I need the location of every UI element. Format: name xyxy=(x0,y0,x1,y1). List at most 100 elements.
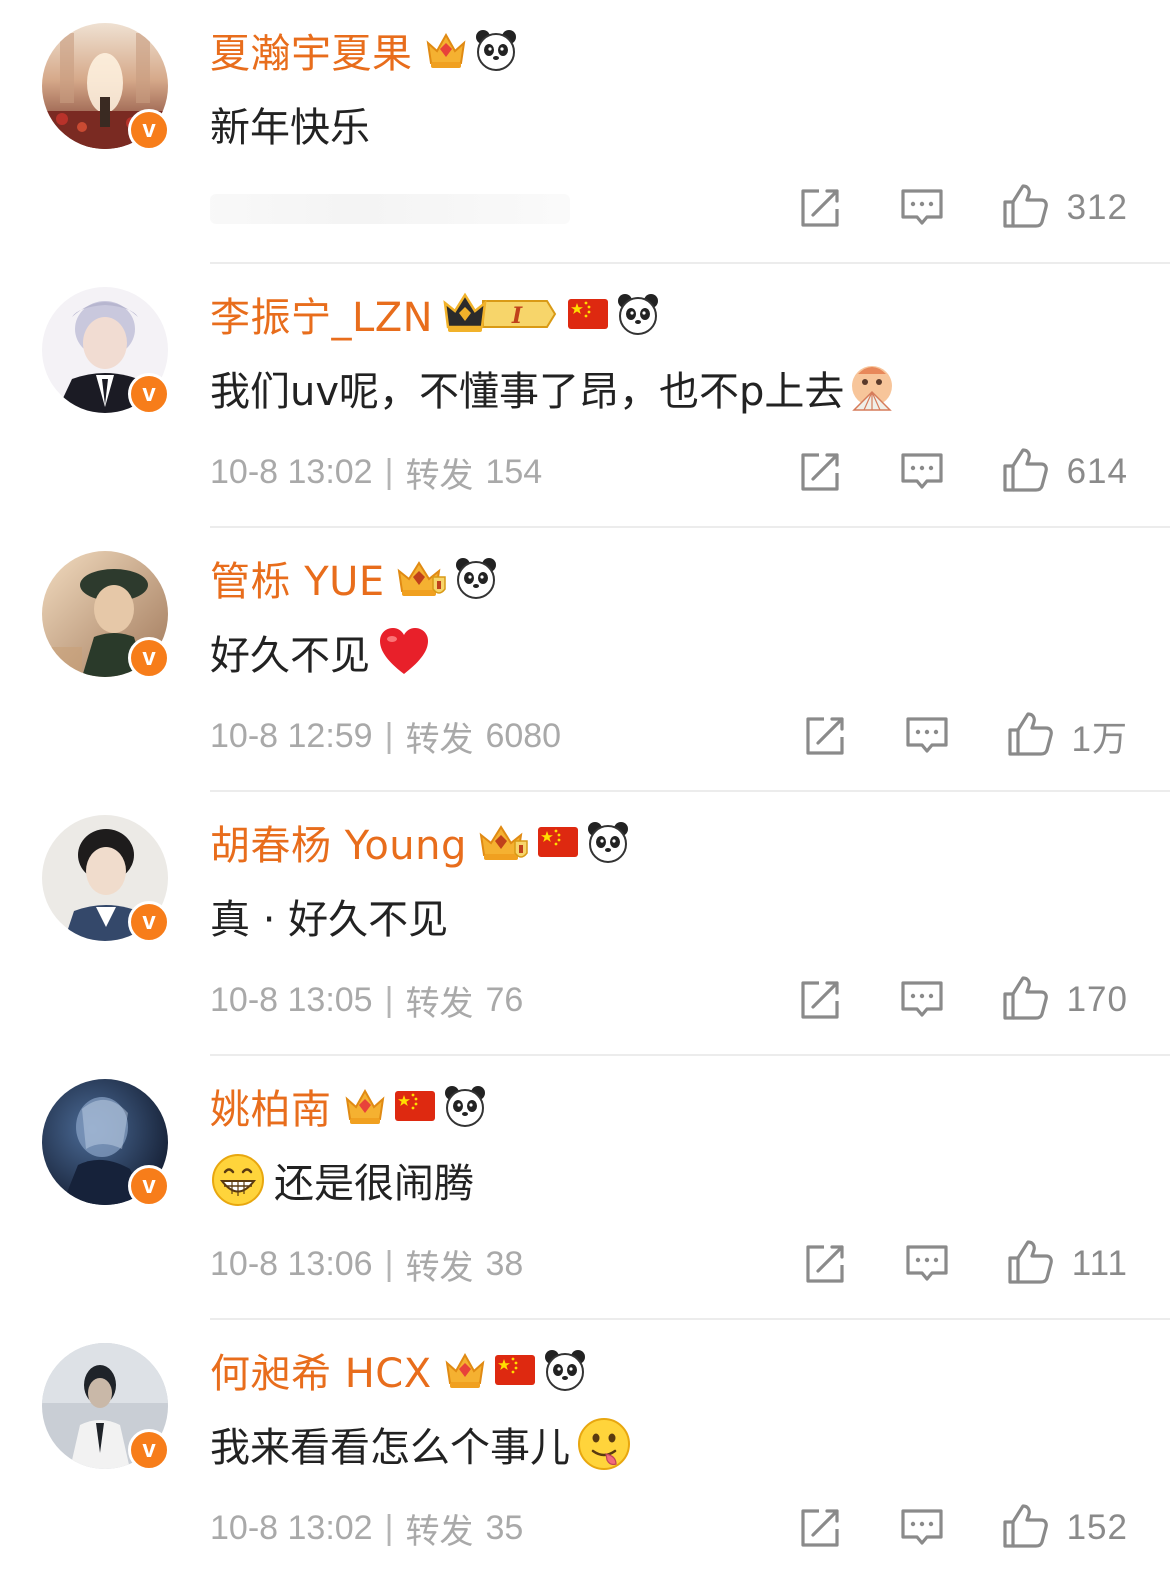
verified-badge: v xyxy=(128,1429,170,1471)
comment-item: v 管栎 YUE 好久不见 10-8 12:59 | 转发 6080 1万 xyxy=(0,528,1170,792)
grin-face-emoji-icon xyxy=(210,1152,266,1208)
thumbs-up-icon xyxy=(1006,1238,1054,1290)
comment-item: v 姚柏南 还是很闹腾 10-8 13:06 | 转发 38 111 xyxy=(0,1056,1170,1320)
like-button[interactable]: 152 xyxy=(1001,1502,1128,1554)
comment-icon[interactable] xyxy=(904,713,950,759)
like-count: 111 xyxy=(1071,1244,1128,1283)
repost-label[interactable]: 转发 xyxy=(405,976,473,1025)
verified-badge: v xyxy=(128,109,170,151)
comment-feed: v 夏瀚宇夏果 新年快乐 312 v 李振宁_LZN I 我们uv呢，不懂事了昂… xyxy=(0,0,1170,1569)
comment-icon[interactable] xyxy=(899,185,945,231)
like-count: 170 xyxy=(1066,980,1128,1019)
verified-badge: v xyxy=(128,1165,170,1207)
comment-icon[interactable] xyxy=(899,449,945,495)
panda-icon xyxy=(585,819,631,865)
china-flag-icon xyxy=(565,291,611,337)
comment-text: 我来看看怎么个事儿 xyxy=(210,1425,570,1471)
comment-date: 10-8 12:59 xyxy=(210,716,373,755)
username[interactable]: 胡春杨 Young xyxy=(210,813,467,871)
avatar[interactable]: v xyxy=(42,287,170,415)
panda-icon xyxy=(442,1083,488,1129)
like-button[interactable]: 312 xyxy=(1001,182,1128,234)
crown-shield-icon xyxy=(395,555,449,601)
avatar[interactable]: v xyxy=(42,551,170,679)
repost-label[interactable]: 转发 xyxy=(405,1240,473,1289)
avatar[interactable]: v xyxy=(42,1343,170,1471)
like-button[interactable]: 614 xyxy=(1001,446,1128,498)
repost-icon[interactable] xyxy=(797,977,843,1023)
meta-separator: | xyxy=(384,1508,394,1547)
avatar[interactable]: v xyxy=(42,815,170,943)
repost-icon[interactable] xyxy=(802,713,848,759)
repost-count: 35 xyxy=(485,1508,524,1547)
china-flag-icon xyxy=(535,819,581,865)
thumbs-up-icon xyxy=(1006,710,1054,762)
comment-item: v 李振宁_LZN I 我们uv呢，不懂事了昂，也不p上去 10-8 13:02… xyxy=(0,264,1170,528)
comment-icon[interactable] xyxy=(899,1505,945,1551)
username[interactable]: 何昶希 HCX xyxy=(210,1341,432,1399)
repost-icon[interactable] xyxy=(797,1505,843,1551)
comment-icon[interactable] xyxy=(899,977,945,1023)
repost-icon[interactable] xyxy=(797,449,843,495)
comment-text: 好久不见 xyxy=(210,633,370,679)
comment-date: 10-8 13:02 xyxy=(210,1508,373,1547)
comment-date: 10-8 13:05 xyxy=(210,980,373,1019)
like-count: 1万 xyxy=(1071,719,1128,759)
level-label: I xyxy=(511,303,523,329)
meta-separator: | xyxy=(384,980,394,1019)
like-count: 614 xyxy=(1066,452,1128,491)
repost-count: 38 xyxy=(485,1244,524,1283)
comment-item: v 何昶希 HCX 我来看看怎么个事儿 10-8 13:02 | 转发 35 1… xyxy=(0,1320,1170,1569)
thumbs-up-icon xyxy=(1001,1502,1049,1554)
repost-count: 6080 xyxy=(485,716,562,755)
thumbs-up-icon xyxy=(1001,974,1049,1026)
repost-count: 154 xyxy=(485,452,543,491)
panda-icon xyxy=(473,27,519,73)
comment-item: v 胡春杨 Young 真 · 好久不见 10-8 13:05 | 转发 76 … xyxy=(0,792,1170,1056)
username[interactable]: 夏瀚宇夏果 xyxy=(210,21,413,79)
crown-shield-icon xyxy=(477,819,531,865)
comment-item: v 夏瀚宇夏果 新年快乐 312 xyxy=(0,0,1170,264)
fan-face-emoji-icon xyxy=(844,360,900,416)
crown-level-icon: I xyxy=(443,291,559,337)
comment-text: 真 · 好久不见 xyxy=(210,897,449,943)
username[interactable]: 姚柏南 xyxy=(210,1077,332,1135)
crown-gem-icon xyxy=(423,27,469,73)
thumbs-up-icon xyxy=(1001,446,1049,498)
verified-badge: v xyxy=(128,901,170,943)
red-heart-emoji-icon xyxy=(376,624,432,680)
panda-icon xyxy=(453,555,499,601)
comment-text: 还是很闹腾 xyxy=(274,1161,474,1207)
tongue-face-emoji-icon xyxy=(576,1416,632,1472)
like-count: 152 xyxy=(1066,1508,1128,1547)
comment-icon[interactable] xyxy=(904,1241,950,1287)
verified-badge: v xyxy=(128,637,170,679)
comment-text: 我们uv呢，不懂事了昂，也不p上去 xyxy=(210,369,845,415)
comment-date: 10-8 13:06 xyxy=(210,1244,373,1283)
like-count: 312 xyxy=(1066,188,1128,227)
like-button[interactable]: 170 xyxy=(1001,974,1128,1026)
avatar[interactable]: v xyxy=(42,1079,170,1207)
meta-separator: | xyxy=(384,452,394,491)
username[interactable]: 李振宁_LZN xyxy=(210,285,433,343)
panda-icon xyxy=(542,1347,588,1393)
comment-text: 新年快乐 xyxy=(210,105,370,151)
comment-meta-placeholder xyxy=(210,194,570,224)
avatar[interactable]: v xyxy=(42,23,170,151)
verified-badge: v xyxy=(128,373,170,415)
crown-gem-icon xyxy=(442,1347,488,1393)
repost-label[interactable]: 转发 xyxy=(405,1504,473,1553)
thumbs-up-icon xyxy=(1001,182,1049,234)
china-flag-icon xyxy=(392,1083,438,1129)
meta-separator: | xyxy=(384,1244,394,1283)
repost-icon[interactable] xyxy=(797,185,843,231)
username[interactable]: 管栎 YUE xyxy=(210,549,385,607)
repost-icon[interactable] xyxy=(802,1241,848,1287)
crown-gem-icon xyxy=(342,1083,388,1129)
repost-label[interactable]: 转发 xyxy=(405,712,473,761)
like-button[interactable]: 1万 xyxy=(1006,710,1128,762)
repost-count: 76 xyxy=(485,980,524,1019)
like-button[interactable]: 111 xyxy=(1006,1238,1128,1290)
panda-icon xyxy=(615,291,661,337)
repost-label[interactable]: 转发 xyxy=(405,448,473,497)
